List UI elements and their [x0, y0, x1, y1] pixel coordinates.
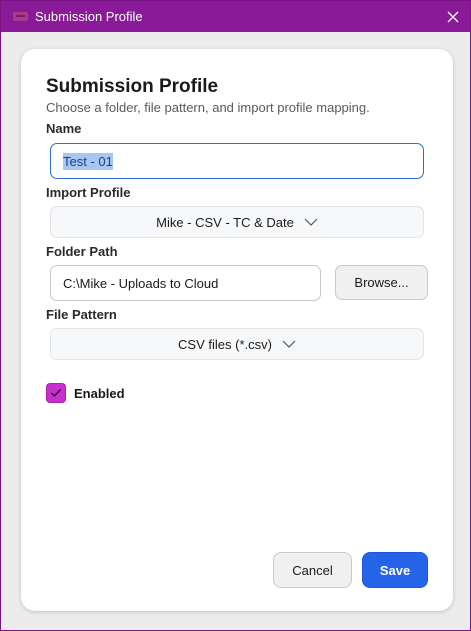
file-pattern-label: File Pattern [46, 307, 117, 322]
folder-path-label: Folder Path [46, 244, 118, 259]
chevron-down-icon [282, 340, 296, 348]
folder-path-value: C:\Mike - Uploads to Cloud [63, 275, 219, 291]
browse-button[interactable]: Browse... [335, 265, 428, 300]
enabled-checkbox[interactable] [46, 383, 66, 403]
dialog-heading: Submission Profile [46, 76, 219, 97]
enabled-label: Enabled [74, 386, 125, 401]
folder-path-input[interactable]: C:\Mike - Uploads to Cloud [50, 265, 321, 301]
close-icon [447, 11, 459, 22]
file-pattern-value: CSV files (*.csv) [178, 336, 272, 352]
dialog-card: Submission Profile Choose a folder, file… [21, 49, 453, 611]
title-bar: Submission Profile [1, 1, 470, 32]
close-button[interactable] [436, 1, 470, 32]
name-input[interactable]: Test - 01 [50, 143, 424, 179]
import-profile-dropdown[interactable]: Mike - CSV - TC & Date [50, 206, 424, 238]
checkmark-icon [51, 389, 62, 398]
dialog-subtitle: Choose a folder, file pattern, and impor… [46, 100, 370, 115]
app-icon [13, 12, 28, 21]
save-button[interactable]: Save [362, 552, 428, 588]
file-pattern-dropdown[interactable]: CSV files (*.csv) [50, 328, 424, 360]
name-label: Name [46, 121, 82, 136]
import-profile-label: Import Profile [46, 185, 131, 200]
name-input-value: Test - 01 [63, 152, 113, 170]
cancel-button[interactable]: Cancel [273, 552, 352, 588]
window-title: Submission Profile [35, 9, 143, 24]
import-profile-value: Mike - CSV - TC & Date [156, 214, 294, 230]
chevron-down-icon [304, 218, 318, 226]
dialog-window: Submission Profile Submission Profile Ch… [0, 0, 471, 631]
